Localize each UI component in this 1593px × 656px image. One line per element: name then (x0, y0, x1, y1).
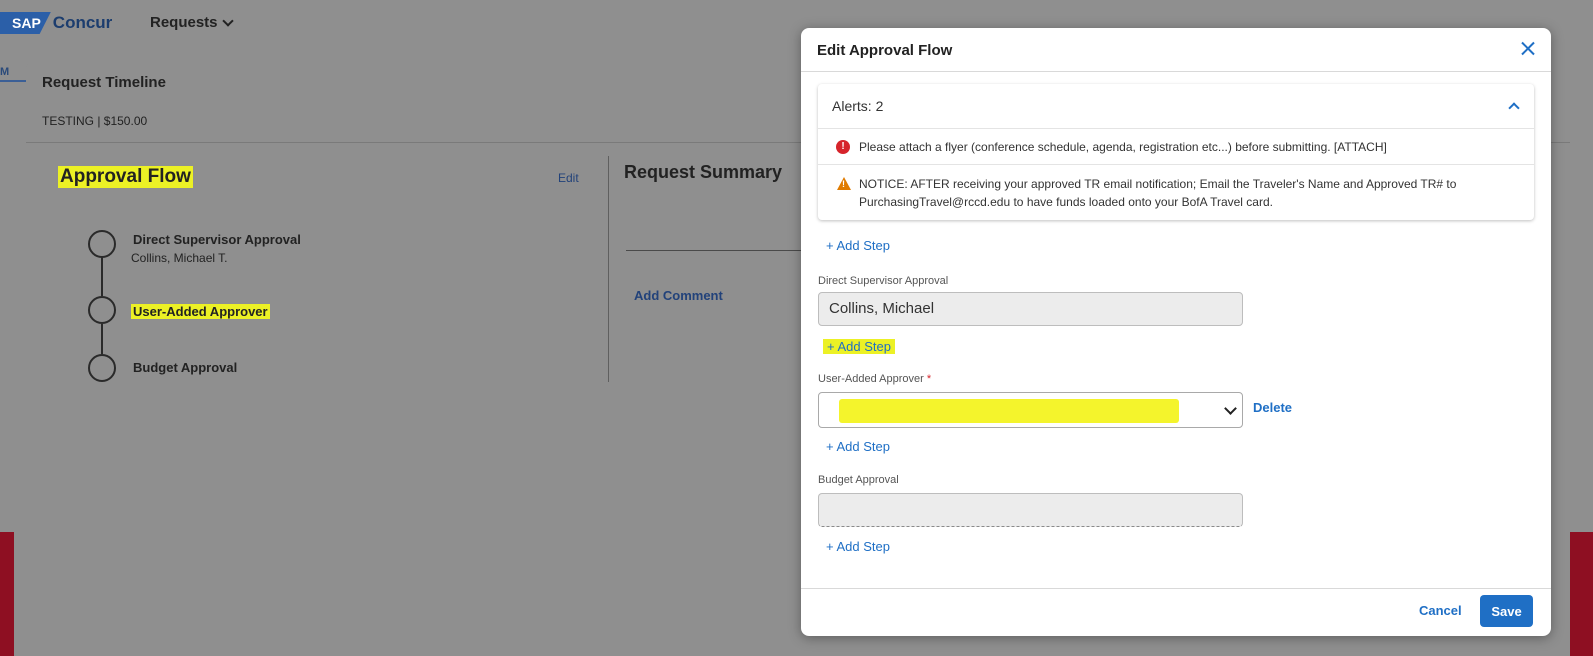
timeline-connector (101, 324, 103, 354)
add-step-link[interactable]: + Add Step (826, 539, 890, 554)
error-icon: ! (836, 140, 850, 154)
step-title: Direct Supervisor Approval (133, 232, 301, 247)
dialog-footer: Cancel Save (801, 588, 1551, 636)
brand-background-left (0, 532, 14, 656)
step-title: Budget Approval (133, 360, 238, 375)
dialog-title: Edit Approval Flow (817, 42, 953, 59)
save-button[interactable]: Save (1480, 595, 1533, 627)
alert-text: Please attach a flyer (conference schedu… (859, 140, 1387, 154)
alerts-toggle[interactable]: Alerts: 2 (818, 84, 1534, 128)
edit-approval-flow-dialog: Edit Approval Flow Alerts: 2 ! Please at… (801, 28, 1551, 636)
add-step-link[interactable]: + Add Step (826, 439, 890, 454)
column-divider (608, 156, 609, 382)
close-icon[interactable] (1517, 38, 1539, 60)
add-step-link[interactable]: + Add Step (823, 339, 895, 354)
budget-approval-field (818, 493, 1243, 527)
sap-logo: SAP (0, 12, 51, 34)
step-approver: Collins, Michael T. (131, 251, 228, 265)
required-marker: * (926, 373, 932, 385)
step-circle-icon (88, 296, 116, 324)
add-step-link[interactable]: + Add Step (826, 238, 890, 253)
redacted-value (839, 399, 1179, 423)
alerts-panel: Alerts: 2 ! Please attach a flyer (confe… (818, 84, 1534, 220)
delete-step-link[interactable]: Delete (1253, 400, 1292, 415)
direct-supervisor-field: Collins, Michael (818, 292, 1243, 326)
field-label: User-Added Approver * (818, 373, 931, 385)
cancel-button[interactable]: Cancel (1419, 603, 1462, 618)
chevron-down-icon (221, 14, 234, 27)
field-label: Budget Approval (818, 474, 899, 486)
step-title: User-Added Approver (131, 304, 270, 319)
alerts-count: Alerts: 2 (832, 98, 884, 114)
field-label-text: User-Added Approver (818, 373, 924, 385)
concur-wordmark: Concur (52, 13, 113, 32)
step-circle-icon (88, 230, 116, 258)
request-summary-heading: Request Summary (624, 162, 783, 182)
dialog-header: Edit Approval Flow (801, 28, 1551, 72)
summary-divider (626, 250, 806, 251)
active-tab-indicator (0, 80, 26, 82)
alert-item: ! NOTICE: AFTER receiving your approved … (818, 164, 1534, 220)
chevron-up-icon (1508, 102, 1520, 114)
step-circle-icon (88, 354, 116, 382)
concur-logo[interactable]: SAP Concur (0, 10, 112, 36)
approval-flow-heading: Approval Flow (58, 166, 193, 188)
alert-text: NOTICE: AFTER receiving your approved TR… (859, 177, 1457, 209)
user-added-approver-select[interactable] (818, 392, 1243, 428)
timeline-connector (101, 256, 103, 296)
request-subtitle: TESTING | $150.00 (42, 114, 148, 128)
chevron-down-icon (1224, 402, 1237, 415)
requests-menu-label: Requests (150, 14, 218, 31)
warning-mark: ! (842, 179, 845, 189)
brand-background-right (1568, 532, 1593, 656)
edge-tab-label: M (0, 66, 10, 78)
alert-item: ! Please attach a flyer (conference sche… (818, 128, 1534, 164)
field-label: Direct Supervisor Approval (818, 275, 949, 287)
add-comment-link[interactable]: Add Comment (634, 288, 723, 303)
panel-title: Request Timeline (42, 74, 166, 91)
edit-approval-flow-link[interactable]: Edit (558, 171, 579, 185)
requests-menu[interactable]: Requests (150, 14, 234, 31)
